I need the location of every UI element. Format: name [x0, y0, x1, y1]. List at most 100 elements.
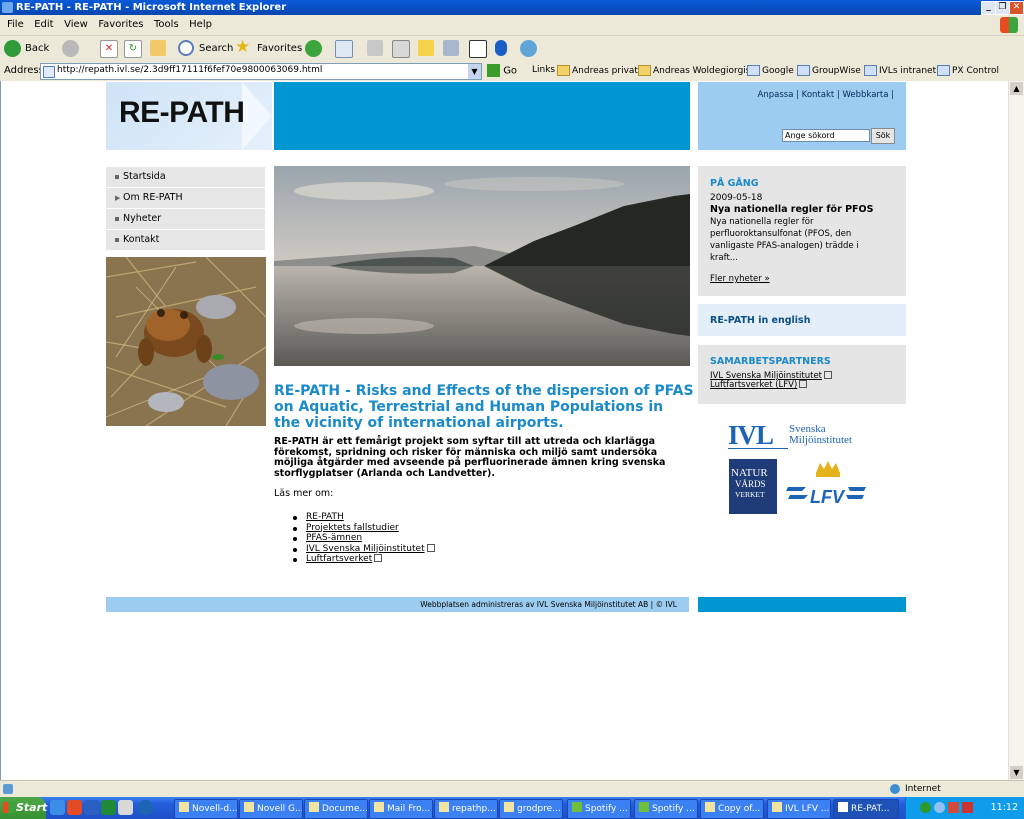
link-projektets-fallstudier[interactable]: Projektets fallstudier	[290, 523, 435, 534]
site-logo[interactable]: RE-PATH	[106, 82, 272, 150]
refresh-icon[interactable]: ↻	[124, 40, 142, 58]
partner-link-lfv[interactable]: Luftfartsverket (LFV)	[710, 380, 808, 390]
minimize-button[interactable]: _	[981, 1, 996, 15]
lfv-logo[interactable]: LFV	[786, 459, 866, 509]
link-ivl[interactable]: IVL Svenska Miljöinstitutet	[290, 543, 435, 555]
page-status-icon	[3, 784, 13, 794]
link-andreas-woldegiorgis[interactable]: Andreas Woldegiorgis	[638, 65, 750, 76]
link-re-path[interactable]: RE-PATH	[290, 512, 435, 523]
more-news-link[interactable]: Fler nyheter »	[710, 274, 770, 284]
task-novell-d[interactable]: Novell-d...	[174, 799, 238, 819]
link-andreas-privat[interactable]: Andreas privat	[557, 65, 638, 76]
scroll-up-icon[interactable]: ▲	[1010, 82, 1023, 95]
menu-edit[interactable]: Edit	[34, 15, 53, 35]
quicklaunch-word-icon[interactable]	[84, 800, 99, 815]
address-input[interactable]: http://repath.ivl.se/2.3d9ff17111f6fef70…	[40, 63, 482, 80]
print-icon[interactable]	[367, 40, 383, 56]
menu-help[interactable]: Help	[189, 15, 212, 35]
task-icon	[439, 802, 449, 812]
task-ivl-lfv[interactable]: IVL LFV ...	[767, 799, 831, 819]
mail-icon[interactable]	[335, 40, 353, 58]
task-re-path-active[interactable]: RE-PAT...	[833, 799, 899, 819]
link-google[interactable]: Google	[747, 65, 794, 76]
external-link-icon	[799, 380, 808, 388]
menu-view[interactable]: View	[64, 15, 88, 35]
quicklaunch-app-icon[interactable]	[67, 800, 82, 815]
news-box: PÅ GÅNG 2009-05-18 Nya nationella regler…	[698, 166, 906, 296]
task-mail-fro[interactable]: Mail Fro...	[369, 799, 433, 819]
page-link-icon	[747, 65, 760, 76]
search-button[interactable]: Search	[199, 39, 233, 59]
vertical-scrollbar[interactable]: ▲ ▼	[1008, 81, 1024, 780]
clock[interactable]: 11:12	[991, 797, 1018, 819]
task-spotify-2[interactable]: Spotify ...	[634, 799, 698, 819]
internet-zone-icon	[890, 784, 900, 794]
go-button[interactable]: Go	[487, 64, 517, 77]
nav-item-om-re-path[interactable]: ▶ Om RE-PATH	[106, 188, 265, 208]
task-icon	[705, 802, 715, 812]
english-link[interactable]: RE-PATH in english	[710, 315, 810, 326]
task-icon	[572, 802, 582, 812]
stop-icon[interactable]: ✕	[100, 40, 118, 58]
nav-item-kontakt[interactable]: Kontakt	[106, 230, 265, 250]
start-button[interactable]: Start	[0, 797, 47, 819]
quicklaunch-excel-icon[interactable]	[101, 800, 116, 815]
task-copy-of[interactable]: Copy of...	[700, 799, 764, 819]
scroll-down-icon[interactable]: ▼	[1010, 766, 1023, 779]
english-box[interactable]: RE-PATH in english	[698, 304, 906, 336]
menu-file[interactable]: File	[7, 15, 24, 35]
notes-icon[interactable]	[418, 40, 434, 56]
news-heading: PÅ GÅNG	[710, 178, 759, 189]
top-links[interactable]: Anpassa | Kontakt | Webbkarta |	[758, 90, 894, 100]
quicklaunch-desktop-icon[interactable]	[118, 800, 133, 815]
tray-icon-3[interactable]	[948, 802, 959, 813]
window-title: RE-PATH - RE-PATH - Microsoft Internet E…	[16, 2, 287, 13]
nav-item-nyheter[interactable]: Nyheter	[106, 209, 265, 229]
link-pfas-amnen[interactable]: PFAS-ämnen	[290, 533, 435, 544]
quicklaunch-ie-icon[interactable]	[50, 800, 65, 815]
address-bar: Address http://repath.ivl.se/2.3d9ff1711…	[0, 62, 1024, 82]
news-body: Nya nationella regler för perfluoroktans…	[710, 217, 859, 263]
link-groupwise[interactable]: GroupWise	[797, 65, 861, 76]
naturvardsverket-logo[interactable]: NATUR VÅRDS VERKET	[729, 459, 777, 514]
research-icon[interactable]	[469, 40, 487, 58]
task-spotify-1[interactable]: Spotify ...	[567, 799, 631, 819]
history-icon[interactable]	[305, 40, 322, 57]
close-button[interactable]: ✕	[1009, 1, 1024, 15]
home-icon[interactable]	[150, 40, 166, 56]
search-input[interactable]: Ange sökord	[782, 129, 870, 142]
edit-icon[interactable]	[392, 40, 410, 58]
link-label: PX Control	[952, 66, 999, 76]
menu-favorites[interactable]: Favorites	[98, 15, 143, 35]
favorites-button[interactable]: Favorites	[257, 39, 302, 59]
search-icon[interactable]	[178, 40, 194, 56]
search-button[interactable]: Sök	[871, 128, 895, 144]
link-text: Luftfartsverket	[306, 554, 373, 564]
tray-icon-2[interactable]	[934, 802, 945, 813]
favorites-icon[interactable]: ★	[235, 37, 250, 57]
forward-icon[interactable]	[62, 40, 79, 57]
tray-icon-1[interactable]	[920, 802, 931, 813]
back-icon[interactable]	[4, 40, 21, 57]
address-dropdown-icon[interactable]: ▼	[468, 64, 481, 79]
restore-button[interactable]: ❐	[995, 1, 1010, 15]
link-px-control[interactable]: PX Control	[937, 65, 999, 76]
nav-item-startsida[interactable]: Startsida	[106, 167, 265, 187]
task-docume[interactable]: Docume...	[304, 799, 368, 819]
bluetooth-icon[interactable]	[495, 40, 507, 56]
link-ivls-intranet[interactable]: IVLs intranet	[864, 65, 936, 76]
back-button[interactable]: Back	[25, 39, 49, 59]
menu-tools[interactable]: Tools	[154, 15, 179, 35]
intro-text: RE-PATH är ett femårigt projekt som syft…	[274, 436, 666, 479]
tray-icon-4[interactable]	[962, 802, 973, 813]
users-icon[interactable]	[520, 40, 537, 57]
messenger-icon[interactable]	[443, 40, 459, 56]
task-grodpre[interactable]: grodpre...	[499, 799, 563, 819]
news-title[interactable]: Nya nationella regler för PFOS	[710, 204, 873, 215]
task-novell-g[interactable]: Novell G...	[239, 799, 303, 819]
quicklaunch-media-icon[interactable]	[138, 800, 153, 815]
link-luftfartsverket[interactable]: Luftfartsverket	[290, 554, 435, 565]
task-repathp[interactable]: repathp...	[434, 799, 498, 819]
address-url[interactable]: http://repath.ivl.se/2.3d9ff17111f6fef70…	[57, 65, 322, 75]
external-link-icon	[374, 554, 383, 562]
